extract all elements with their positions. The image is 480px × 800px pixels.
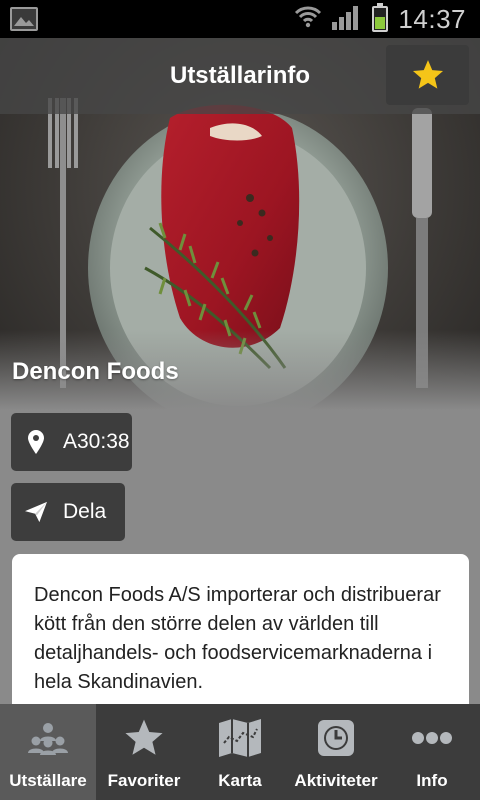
nav-label: Karta [218, 771, 262, 790]
description-card: Dencon Foods A/S importerar och distribu… [12, 554, 469, 714]
star-icon [412, 60, 443, 89]
nav-item-exhibitors[interactable]: Utställare [0, 704, 96, 800]
nav-item-map[interactable]: Karta [192, 704, 288, 800]
location-button[interactable]: A30:38 [11, 413, 132, 471]
gallery-icon [10, 7, 38, 31]
map-icon [219, 716, 261, 760]
share-button[interactable]: Dela [11, 483, 125, 541]
clock-time: 14:37 [398, 3, 466, 34]
nav-item-info[interactable]: Info [384, 704, 480, 800]
nav-item-favorites[interactable]: Favoriter [96, 704, 192, 800]
nav-label: Aktiviteter [294, 771, 378, 790]
location-pin-icon [25, 429, 47, 455]
favorite-button[interactable] [386, 45, 469, 105]
description-text: Dencon Foods A/S importerar och distribu… [34, 584, 441, 693]
battery-icon [372, 3, 389, 32]
signal-icon [332, 4, 362, 35]
nav-label: Utställare [9, 771, 87, 790]
share-label: Dela [63, 500, 107, 523]
status-bar: 14:37 [0, 0, 480, 38]
exhibitor-name: Dencon Foods [12, 358, 179, 385]
nav-label: Info [416, 771, 448, 790]
app-bar: Utställarinfo [0, 38, 480, 114]
clock-icon [317, 716, 355, 760]
nav-item-activities[interactable]: Aktiviteter [288, 704, 384, 800]
exhibitors-icon [26, 716, 70, 760]
star-icon [123, 716, 165, 760]
nav-label: Favoriter [107, 771, 181, 790]
location-label: A30:38 [63, 430, 130, 453]
bottom-navigation: Utställare Favoriter Karta Aktiviteter I… [0, 704, 480, 800]
more-icon [411, 716, 453, 760]
wifi-icon [294, 4, 322, 35]
send-icon [25, 499, 47, 525]
